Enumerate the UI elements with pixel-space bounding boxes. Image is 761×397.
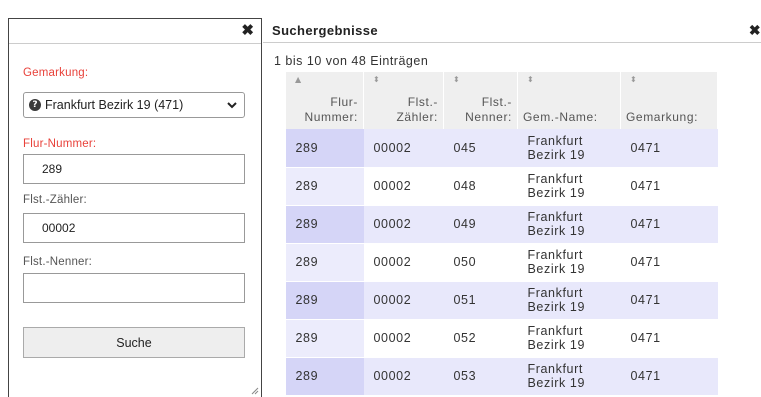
- column-header-gemarkung[interactable]: ⬍ Gemarkung:: [620, 72, 718, 129]
- results-header: Suchergebnisse ✖: [263, 18, 761, 43]
- sort-icon: ⬍: [630, 75, 638, 84]
- table-row[interactable]: 289 00002 053 Frankfurt Bezirk 19 0471: [285, 357, 718, 396]
- table-row[interactable]: 289 00002 050 Frankfurt Bezirk 19 0471: [285, 243, 718, 282]
- sort-icon: ⬍: [453, 75, 461, 84]
- sort-icon: ⬍: [373, 75, 381, 84]
- column-header-flst-nenner[interactable]: ⬍ Flst.- Nenner:: [443, 72, 518, 129]
- sort-icon: ⬍: [527, 75, 535, 84]
- flur-nummer-input[interactable]: 289: [23, 154, 245, 184]
- flst-nenner-label: Flst.-Nenner:: [23, 256, 93, 268]
- results-title: Suchergebnisse: [272, 22, 379, 38]
- flur-nummer-label: Flur-Nummer:: [23, 138, 97, 150]
- results-close-icon[interactable]: ✖: [749, 22, 761, 39]
- flst-zaehler-input[interactable]: 00002: [23, 213, 245, 243]
- results-panel: Suchergebnisse ✖ 1 bis 10 von 48 Einträg…: [263, 18, 761, 397]
- sort-ascending-icon: ▲: [295, 75, 302, 84]
- resize-handle-icon[interactable]: [251, 387, 259, 395]
- column-header-flur-nummer[interactable]: ▲ Flur- Nummer:: [285, 72, 364, 129]
- table-row[interactable]: 289 00002 052 Frankfurt Bezirk 19 0471: [285, 319, 718, 358]
- table-row[interactable]: 289 00002 051 Frankfurt Bezirk 19 0471: [285, 281, 718, 320]
- column-header-gem-name[interactable]: ⬍ Gem.-Name:: [517, 72, 621, 129]
- gemarkung-select-value: Frankfurt Bezirk 19 (471): [45, 98, 184, 112]
- question-icon: ?: [29, 99, 41, 111]
- chevron-down-icon: [227, 102, 237, 109]
- gemarkung-select[interactable]: ? Frankfurt Bezirk 19 (471): [23, 92, 245, 118]
- search-panel-header: ✖: [9, 19, 261, 44]
- table-row[interactable]: 289 00002 049 Frankfurt Bezirk 19 0471: [285, 205, 718, 244]
- results-info: 1 bis 10 von 48 Einträgen: [274, 54, 429, 68]
- table-row[interactable]: 289 00002 048 Frankfurt Bezirk 19 0471: [285, 167, 718, 206]
- flst-nenner-input[interactable]: [23, 273, 245, 303]
- close-icon[interactable]: ✖: [241, 23, 254, 39]
- table-row[interactable]: 289 00002 045 Frankfurt Bezirk 19 0471: [285, 129, 718, 168]
- search-panel: ✖ Gemarkung: ? Frankfurt Bezirk 19 (471)…: [8, 18, 262, 397]
- results-table: ▲ Flur- Nummer: ⬍ Flst.- Zähler: ⬍ Flst.…: [285, 72, 718, 396]
- gemarkung-label: Gemarkung:: [23, 67, 89, 79]
- flst-zaehler-label: Flst.-Zähler:: [23, 194, 87, 206]
- search-button[interactable]: Suche: [23, 327, 245, 358]
- column-header-flst-zaehler[interactable]: ⬍ Flst.- Zähler:: [363, 72, 444, 129]
- table-header-row: ▲ Flur- Nummer: ⬍ Flst.- Zähler: ⬍ Flst.…: [285, 72, 718, 129]
